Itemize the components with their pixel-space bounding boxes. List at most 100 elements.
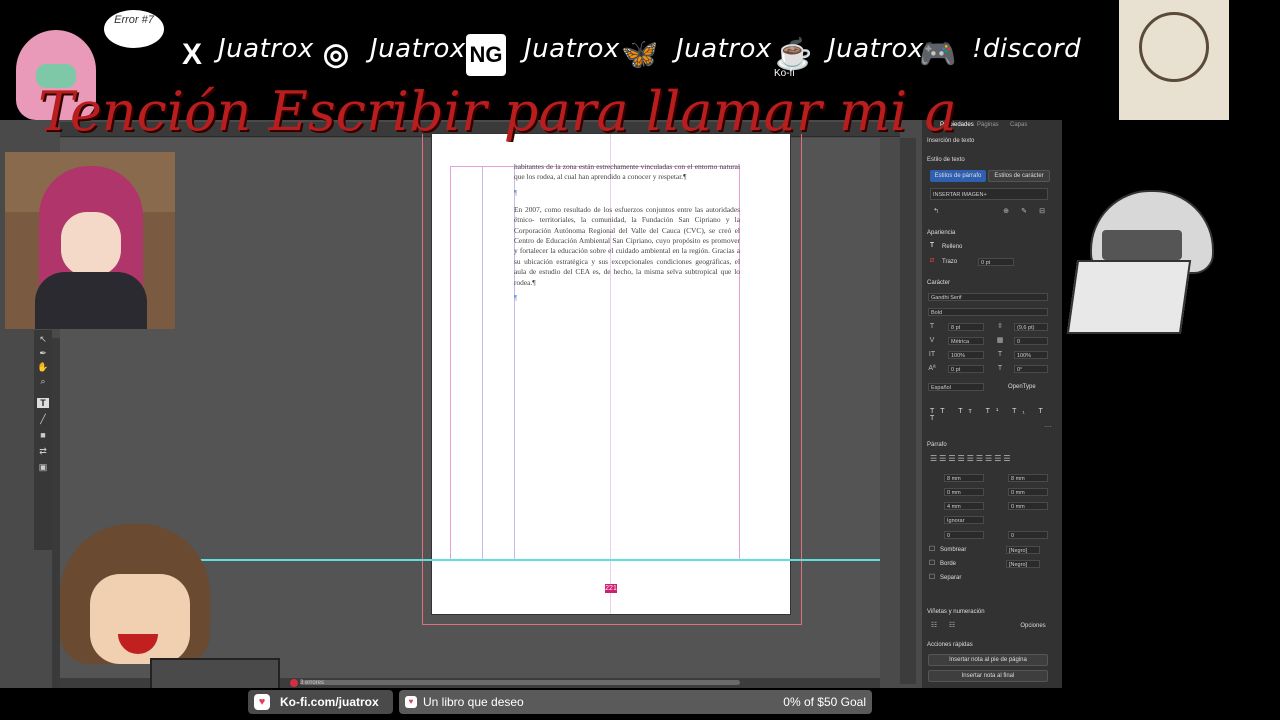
kerning-field[interactable]: Métrica <box>948 337 984 345</box>
fill-stroke-icon[interactable]: ■ <box>37 430 49 440</box>
tracking-field[interactable]: 0 <box>1014 337 1048 345</box>
horizontal-scale-field[interactable]: 100% <box>1014 351 1048 359</box>
border-checkbox[interactable]: ☐ <box>928 560 936 568</box>
horizontal-ruler-guide[interactable] <box>190 559 880 561</box>
edit-style-icon[interactable]: ✎ <box>1020 208 1028 216</box>
portrait-head <box>1139 12 1209 82</box>
type-tool-icon[interactable]: T <box>37 398 49 408</box>
section-bullets: Viñetas y numeración <box>927 609 985 615</box>
chat-command-marquee: Tención Escribir para llamar mi a <box>38 82 957 142</box>
donation-goal-bar: ♥ Un libro que deseo 0% of $50 Goal <box>399 690 872 714</box>
goal-progress: 0% of $50 Goal <box>783 695 866 709</box>
social-links-banner: X Juatrox ◎ Juatrox NG Juatrox 🦋 Juatrox… <box>0 0 1100 90</box>
insert-footnote-button[interactable]: Insertar nota al pie de página <box>928 654 1048 666</box>
kerning-icon: V <box>929 337 935 344</box>
sketch-portrait <box>1119 0 1229 120</box>
stroke-label: Trazo <box>942 259 958 265</box>
x-icon: X <box>181 38 202 71</box>
social-handle: Juatrox <box>218 34 314 64</box>
empty-paragraph-mark: ¶ <box>514 294 518 303</box>
swap-colors-icon[interactable]: ⇄ <box>37 446 49 456</box>
section-text-style: Estilo de texto <box>927 157 965 163</box>
empty-paragraph-mark: ¶ <box>514 188 518 197</box>
vertical-scale-field[interactable]: 100% <box>948 351 984 359</box>
separator-checkbox[interactable]: ☐ <box>928 574 936 582</box>
more-options-icon[interactable]: … <box>1044 422 1052 430</box>
leading-field[interactable]: (9,6 pt) <box>1014 323 1048 331</box>
language-select[interactable]: Español <box>928 383 984 391</box>
last-line-indent-field[interactable]: 0 mm <box>1008 488 1048 496</box>
section-character: Carácter <box>927 280 951 286</box>
discord-command: !discord <box>972 34 1082 64</box>
instagram-icon: ◎ <box>322 38 350 71</box>
options-button[interactable]: Opciones <box>1018 621 1048 631</box>
screen-mode-icon[interactable]: ▣ <box>37 462 49 472</box>
baseline-shift-icon: Aª <box>928 365 936 372</box>
social-handle: Juatrox <box>828 34 924 64</box>
shading-checkbox[interactable]: ☐ <box>928 546 936 554</box>
fill-label: Relleno <box>942 244 963 250</box>
pen-tool-icon[interactable]: ✒ <box>37 348 49 358</box>
right-indent-field[interactable]: 8 mm <box>1008 474 1048 482</box>
section-appearance: Apariencia <box>927 230 956 236</box>
space-after-field[interactable]: 0 mm <box>1008 502 1048 510</box>
shading-color-select[interactable]: [Negro] <box>1006 546 1040 554</box>
discord-icon: 🎮 <box>919 38 957 71</box>
first-line-indent-field[interactable]: 0 mm <box>944 488 984 496</box>
stroke-swatch-icon[interactable]: ⧄ <box>928 257 936 265</box>
character-styles-tab[interactable]: Estilos de carácter <box>988 170 1050 182</box>
hand-tool-icon[interactable]: ✋ <box>37 362 49 372</box>
kofi-heart-icon: ♥ <box>254 694 270 710</box>
line-tool-icon[interactable]: ╱ <box>37 414 49 424</box>
drop-cap-lines-field[interactable]: 0 <box>944 531 984 539</box>
drop-cap-chars-field[interactable]: 0 <box>1008 531 1048 539</box>
left-indent-field[interactable]: 8 mm <box>944 474 984 482</box>
zoom-tool-icon[interactable]: ⌕ <box>37 376 49 386</box>
separator-label: Separar <box>940 575 962 581</box>
kofi-url: Ko-fi.com/juatrox <box>280 695 379 709</box>
left-margin-guide <box>450 166 451 560</box>
baseline-shift-field[interactable]: 0 pt <box>948 365 984 373</box>
font-family-field[interactable]: Gandhi Serif <box>928 293 1048 301</box>
stroke-weight-field[interactable]: 0 pt <box>978 258 1014 266</box>
skew-field[interactable]: 0° <box>1014 365 1048 373</box>
border-label: Borde <box>940 561 957 567</box>
font-style-field[interactable]: Bold <box>928 308 1048 316</box>
alignment-buttons[interactable]: ☰☰☰☰☰☰☰☰☰ <box>930 454 1013 463</box>
preflight-error-icon[interactable] <box>290 679 298 687</box>
kofi-cup-icon: ♥ <box>405 696 417 708</box>
new-style-icon[interactable]: ⊕ <box>1002 208 1010 216</box>
newgrounds-icon: NG <box>466 34 506 76</box>
case-style-buttons[interactable]: TT Tт T¹ T₁ T T <box>930 408 1062 422</box>
clear-overrides-icon[interactable]: ↰ <box>932 208 940 216</box>
helmet-visor <box>1102 230 1182 260</box>
paragraph-style-select[interactable]: INSERTAR IMAGEN+ <box>930 188 1048 200</box>
align-to-grid-select[interactable]: Ignorar <box>944 516 984 524</box>
vertical-scrollbar[interactable] <box>900 138 916 684</box>
preflight-status[interactable]: 3 errores <box>300 679 324 687</box>
fill-swatch-icon[interactable]: T <box>928 242 936 250</box>
mascot-helmet-character <box>1066 190 1252 334</box>
space-before-field[interactable]: 4 mm <box>944 502 984 510</box>
border-color-select[interactable]: [Negro] <box>1006 560 1040 568</box>
social-handle: Juatrox <box>370 34 466 64</box>
scrollbar-thumb[interactable] <box>300 680 740 685</box>
laptop <box>1066 260 1192 334</box>
text-frame[interactable]: habitantes de la zona están estrechament… <box>514 162 740 310</box>
paragraph-styles-tab[interactable]: Estilos de párrafo <box>930 170 986 182</box>
selection-tool-icon[interactable]: ↖ <box>37 334 49 344</box>
tracking-icon: ▦ <box>996 337 1004 344</box>
body-paragraph-2[interactable]: En 2007, como resultado de los esfuerzos… <box>514 205 740 288</box>
font-size-field[interactable]: 8 pt <box>948 323 984 331</box>
kofi-link-badge: ♥ Ko-fi.com/juatrox <box>248 690 393 714</box>
numbering-icon[interactable]: ☷ <box>948 622 956 630</box>
skew-icon: T <box>997 365 1003 372</box>
opentype-button[interactable]: OpenType <box>1008 384 1036 390</box>
body-paragraph-1[interactable]: habitantes de la zona están estrechament… <box>514 162 740 183</box>
column-guide <box>482 166 483 560</box>
bullets-icon[interactable]: ☷ <box>930 622 938 630</box>
social-handle: Juatrox <box>676 34 772 64</box>
insert-endnote-button[interactable]: Insertar nota al final <box>928 670 1048 682</box>
delete-style-icon[interactable]: ⊟ <box>1038 208 1046 216</box>
tools-panel: ↖ ✒ ✋ ⌕ T ╱ ■ ⇄ ▣ <box>34 330 52 550</box>
